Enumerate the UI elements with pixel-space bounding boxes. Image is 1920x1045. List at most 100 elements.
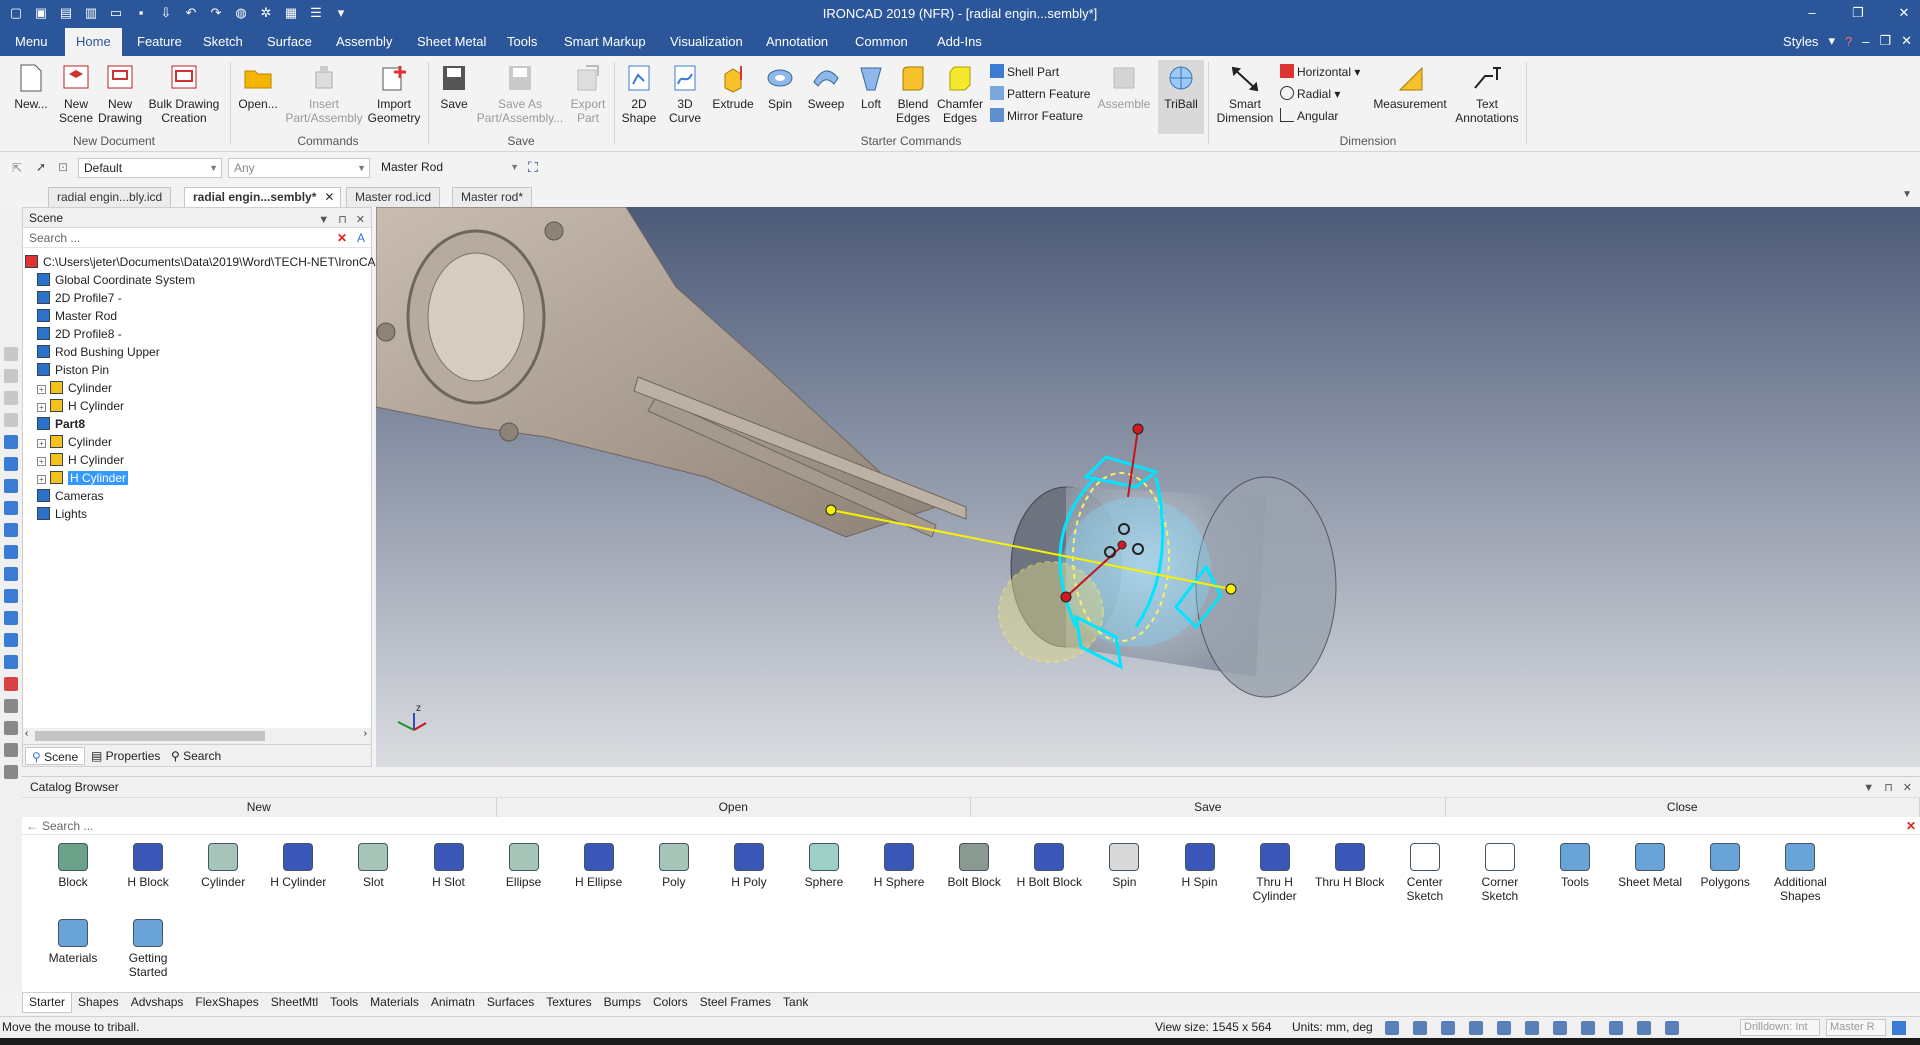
- select-mode-icon[interactable]: ⇱: [12, 161, 26, 175]
- catalog-item[interactable]: Thru H Cylinder: [1238, 843, 1312, 903]
- status-settings-icon[interactable]: [1892, 1021, 1906, 1035]
- catalog-tab[interactable]: Textures: [540, 993, 597, 1012]
- doc-tab-1[interactable]: radial engin...bly.icd: [48, 187, 172, 207]
- close-icon[interactable]: ✕: [1903, 778, 1912, 798]
- tab-sketch[interactable]: Sketch: [192, 28, 254, 56]
- catalog-tab[interactable]: FlexShapes: [189, 993, 264, 1012]
- scroll-left-icon[interactable]: ‹: [25, 728, 28, 739]
- strip-tool-icon[interactable]: [4, 765, 18, 779]
- tab-assembly[interactable]: Assembly: [325, 28, 403, 56]
- expand-icon[interactable]: +: [37, 439, 46, 448]
- catalog-item[interactable]: Block: [36, 843, 110, 889]
- strip-tool-icon[interactable]: [4, 655, 18, 669]
- assemble-button[interactable]: Assemble: [1096, 62, 1152, 111]
- expand-icon[interactable]: +: [37, 475, 46, 484]
- catalog-tab[interactable]: Surfaces: [481, 993, 540, 1012]
- horizontal-button[interactable]: Horizontal ▾: [1280, 62, 1360, 82]
- catalog-item[interactable]: H Ellipse: [562, 843, 636, 889]
- catalog-item[interactable]: Thru H Block: [1313, 843, 1387, 889]
- tab-search[interactable]: ⚲ Search: [165, 747, 227, 765]
- help-icon[interactable]: ?: [1845, 34, 1852, 49]
- part-status-combo[interactable]: Master R: [1826, 1019, 1886, 1036]
- catalog-tab[interactable]: Starter: [22, 993, 73, 1013]
- triball-button[interactable]: TriBall: [1158, 60, 1204, 134]
- catalog-item[interactable]: Cylinder: [186, 843, 260, 889]
- tree-node[interactable]: + Cylinder: [23, 379, 371, 397]
- tab-close-icon[interactable]: ✕: [324, 188, 334, 206]
- mirror-feature-button[interactable]: Mirror Feature: [990, 106, 1083, 126]
- tree-node[interactable]: + Cylinder: [23, 433, 371, 451]
- tree-node[interactable]: Master Rod: [23, 307, 371, 325]
- strip-tool-icon[interactable]: [4, 743, 18, 757]
- shell-part-button[interactable]: Shell Part: [990, 62, 1059, 82]
- tab-surface[interactable]: Surface: [256, 28, 323, 56]
- pattern-feature-button[interactable]: Pattern Feature: [990, 84, 1090, 104]
- restore-icon[interactable]: ❐: [1848, 3, 1868, 23]
- camera-icon[interactable]: [1609, 1021, 1623, 1035]
- catalog-item[interactable]: H Bolt Block: [1012, 843, 1086, 889]
- expand-icon[interactable]: +: [37, 385, 46, 394]
- strip-tool-icon[interactable]: [4, 523, 18, 537]
- scene-horizontal-scrollbar[interactable]: ‹ ›: [23, 728, 371, 744]
- catalog-tab[interactable]: Shapes: [72, 993, 125, 1012]
- catalog-close-button[interactable]: Close: [1446, 798, 1920, 817]
- bulk-drawing-button[interactable]: Bulk Drawing Creation: [145, 62, 223, 125]
- clear-search-icon[interactable]: ✕: [1906, 817, 1916, 835]
- catalog-item[interactable]: Sheet Metal: [1613, 843, 1687, 889]
- strip-tool-icon[interactable]: [4, 413, 18, 427]
- catalog-item[interactable]: Materials: [36, 919, 110, 965]
- catalog-item[interactable]: Slot: [336, 843, 410, 889]
- catalog-item[interactable]: H Sphere: [862, 843, 936, 889]
- filter-combo[interactable]: Any ▼: [228, 158, 370, 178]
- strip-tool-icon[interactable]: [4, 699, 18, 713]
- chevron-down-icon[interactable]: ▼: [1863, 778, 1874, 798]
- catalog-item[interactable]: Bolt Block: [937, 843, 1011, 889]
- search-options-icon[interactable]: A: [357, 228, 365, 248]
- catalog-item[interactable]: H Poly: [712, 843, 786, 889]
- selection-mode-icon[interactable]: [1497, 1021, 1511, 1035]
- zoom-icon[interactable]: [1385, 1021, 1399, 1035]
- tree-node[interactable]: Rod Bushing Upper: [23, 343, 371, 361]
- extrude-button[interactable]: Extrude: [710, 62, 756, 111]
- render-mode-icon[interactable]: [1469, 1021, 1483, 1035]
- back-arrow-icon[interactable]: ←: [26, 817, 38, 835]
- tree-node[interactable]: Cameras: [23, 487, 371, 505]
- catalog-item[interactable]: H Spin: [1163, 843, 1237, 889]
- pin-icon[interactable]: ⊓: [338, 210, 347, 230]
- smart-dimension-button[interactable]: Smart Dimension: [1214, 62, 1276, 125]
- save-as-button[interactable]: Save As Part/Assembly...: [476, 62, 564, 125]
- tree-node[interactable]: Global Coordinate System: [23, 271, 371, 289]
- tab-list-icon[interactable]: ▼: [1902, 189, 1912, 200]
- strip-tool-icon[interactable]: [4, 721, 18, 735]
- hierarchy-icon[interactable]: ⛶: [528, 159, 538, 176]
- tab-home[interactable]: Home: [65, 28, 122, 56]
- zoom-fit-icon[interactable]: [1413, 1021, 1427, 1035]
- tab-menu[interactable]: Menu: [4, 28, 59, 56]
- scene-search-input[interactable]: Search ... ✕ A: [23, 228, 371, 248]
- tab-feature[interactable]: Feature: [126, 28, 193, 56]
- catalog-item[interactable]: H Cylinder: [261, 843, 335, 889]
- doc-tab-3[interactable]: Master rod.icd: [346, 187, 441, 207]
- style-combo[interactable]: Default ▼: [78, 158, 222, 178]
- strip-tool-icon[interactable]: [4, 457, 18, 471]
- strip-tool-icon[interactable]: [4, 589, 18, 603]
- catalog-tab[interactable]: Tank: [777, 993, 814, 1012]
- catalog-item[interactable]: Tools: [1538, 843, 1612, 889]
- text-annotations-button[interactable]: Text Annotations: [1452, 62, 1522, 125]
- chevron-down-icon[interactable]: ▾: [1828, 33, 1835, 49]
- catalog-item[interactable]: Additional Shapes: [1763, 843, 1837, 903]
- import-geometry-button[interactable]: Import Geometry: [366, 62, 422, 125]
- catalog-item[interactable]: Poly: [637, 843, 711, 889]
- strip-tool-icon[interactable]: [4, 545, 18, 559]
- catalog-tab[interactable]: Colors: [647, 993, 694, 1012]
- catalog-item[interactable]: Sphere: [787, 843, 861, 889]
- catalog-item[interactable]: Corner Sketch: [1463, 843, 1537, 903]
- catalog-tab[interactable]: Materials: [364, 993, 425, 1012]
- catalog-item[interactable]: H Block: [111, 843, 185, 889]
- clear-search-icon[interactable]: ✕: [337, 228, 347, 248]
- tab-visualization[interactable]: Visualization: [659, 28, 754, 56]
- doc-restore-icon[interactable]: ❐: [1879, 33, 1891, 49]
- cursor-icon[interactable]: [1665, 1021, 1679, 1035]
- snap-icon[interactable]: [1525, 1021, 1539, 1035]
- tree-node[interactable]: Lights: [23, 505, 371, 523]
